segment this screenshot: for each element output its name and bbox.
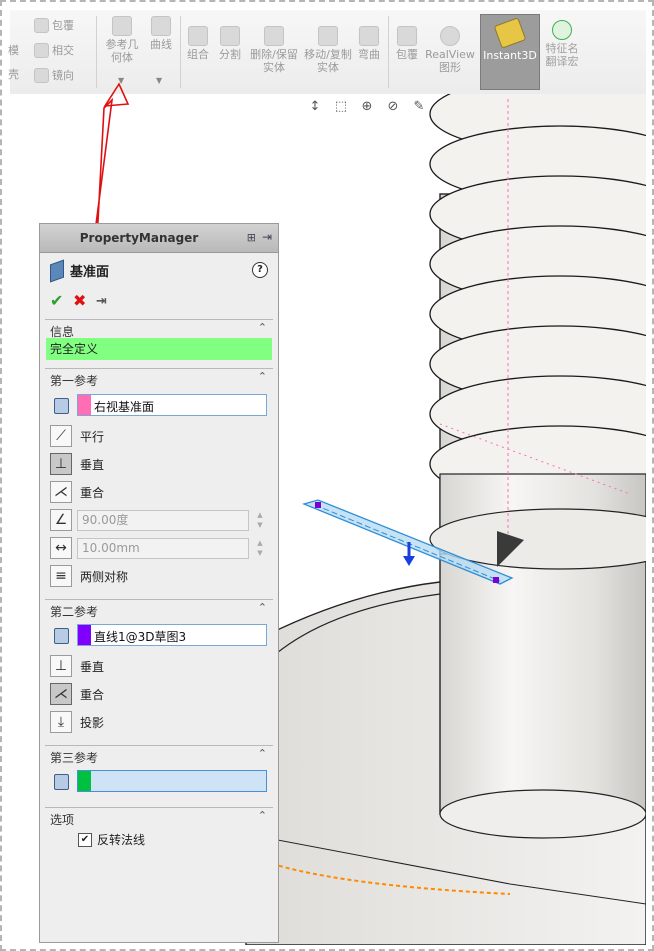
move-copy-body-button[interactable]: 移动/复制实体: [304, 26, 352, 74]
collapse-chevron-icon[interactable]: ⌃: [258, 601, 267, 614]
keep-visible-pin-icon[interactable]: ⇥: [96, 294, 107, 309]
plane-icon: [50, 258, 64, 283]
project-icon[interactable]: ⤓: [50, 711, 72, 733]
constraint-parallel[interactable]: ⟋ 平行: [50, 424, 104, 448]
split-icon: [220, 26, 240, 46]
cancel-button[interactable]: ✖: [73, 291, 86, 310]
reference-geometry-icon: [112, 16, 132, 36]
combine-icon: [188, 26, 208, 46]
distance-input[interactable]: 10.00mm: [77, 538, 249, 559]
collapse-chevron-icon[interactable]: ⌃: [258, 370, 267, 383]
collapse-chevron-icon[interactable]: ⌃: [258, 809, 267, 822]
first-reference-field[interactable]: 右视基准面: [77, 394, 267, 416]
ribbon-clipped-1[interactable]: 模: [8, 44, 19, 57]
angle-spinner[interactable]: ▲ ▼: [252, 510, 268, 531]
third-reference-color-swatch: [78, 771, 91, 791]
flex-icon: [359, 26, 379, 46]
perpendicular-icon[interactable]: ⊥: [50, 453, 72, 475]
mirror-button[interactable]: 镜向: [34, 68, 74, 83]
curves-button[interactable]: 曲线: [146, 16, 176, 51]
realview-icon: [440, 26, 460, 46]
second-reference-color-swatch: [78, 625, 91, 645]
feature-ribbon: 模 壳 包覆 相交 镜向 参考几何体 ▼ 曲线 ▼ 组合 分割 删除/保留实体 …: [8, 10, 646, 95]
reference-geometry-button[interactable]: 参考几何体: [102, 16, 142, 64]
ribbon-separator: [180, 16, 181, 88]
intersect-button[interactable]: 相交: [34, 43, 74, 58]
pm-pin-icon[interactable]: ⇥: [262, 230, 272, 244]
distance-option[interactable]: ↔: [50, 536, 72, 560]
second-constraint-coincident[interactable]: ⋌ 重合: [50, 682, 104, 706]
coincident-icon[interactable]: ⋌: [50, 481, 72, 503]
mirror-icon: [34, 68, 49, 83]
help-icon[interactable]: ?: [252, 262, 268, 278]
delete-keep-body-button[interactable]: 删除/保留实体: [250, 26, 298, 74]
ribbon-clipped-2[interactable]: 壳: [8, 68, 19, 81]
instant3d-button[interactable]: Instant3D: [480, 14, 540, 90]
reference-geometry-dropdown[interactable]: ▼: [118, 76, 124, 85]
pm-options-icon[interactable]: ⊞: [247, 231, 256, 244]
intersect-icon: [34, 43, 49, 58]
section-options[interactable]: 选项 ⌃: [45, 807, 273, 827]
ribbon-separator: [388, 16, 389, 88]
curve-icon: [151, 16, 171, 36]
coincident-icon[interactable]: ⋌: [50, 683, 72, 705]
feature-title: 基准面: [50, 258, 109, 283]
wrap-icon: [34, 18, 49, 33]
collapse-chevron-icon[interactable]: ⌃: [258, 321, 267, 334]
ribbon-separator: [96, 16, 97, 88]
third-reference-selection-icon: [52, 772, 70, 790]
flip-normal-option[interactable]: ✔ 反转法线: [78, 831, 145, 848]
first-reference-selection-icon: [52, 396, 70, 414]
parallel-icon[interactable]: ⟋: [50, 425, 72, 447]
perpendicular-icon[interactable]: ⊥: [50, 655, 72, 677]
section-first-reference[interactable]: 第一参考 ⌃: [45, 368, 273, 388]
flex-button[interactable]: 弯曲: [354, 26, 384, 61]
distance-icon[interactable]: ↔: [50, 537, 72, 559]
section-info[interactable]: 信息 ⌃: [45, 319, 273, 339]
feature-name-translate-macro-button[interactable]: 特征名翻译宏: [542, 20, 582, 68]
angle-option[interactable]: ∠: [50, 508, 72, 532]
wrap-button[interactable]: 包覆: [392, 26, 422, 61]
property-manager-header: PropertyManager ⊞ ⇥: [40, 224, 278, 253]
macro-flower-icon: [552, 20, 572, 40]
realview-button[interactable]: RealView图形: [424, 26, 476, 74]
split-button[interactable]: 分割: [216, 26, 244, 61]
status-fully-defined: 完全定义: [46, 338, 272, 360]
combine-button[interactable]: 组合: [184, 26, 212, 61]
constraint-perpendicular[interactable]: ⊥ 垂直: [50, 452, 104, 476]
move-body-icon: [318, 26, 338, 46]
curves-dropdown[interactable]: ▼: [156, 76, 162, 85]
screenshot-frame: 模 壳 包覆 相交 镜向 参考几何体 ▼ 曲线 ▼ 组合 分割 删除/保留实体 …: [0, 0, 654, 951]
constraint-symmetric[interactable]: ≡ 两侧对称: [50, 564, 128, 588]
delete-body-icon: [264, 26, 284, 46]
second-constraint-project[interactable]: ⤓ 投影: [50, 710, 104, 734]
section-third-reference[interactable]: 第三参考 ⌃: [45, 745, 273, 765]
symmetric-icon[interactable]: ≡: [50, 565, 72, 587]
ok-button[interactable]: ✔: [50, 291, 63, 310]
flip-normal-checkbox[interactable]: ✔: [78, 832, 92, 847]
third-reference-field[interactable]: [77, 770, 267, 792]
property-manager-title: PropertyManager: [79, 231, 199, 245]
instant3d-ruler-icon: [493, 17, 527, 49]
section-second-reference[interactable]: 第二参考 ⌃: [45, 599, 273, 619]
second-reference-field[interactable]: 直线1@3D草图3: [77, 624, 267, 646]
second-constraint-perpendicular[interactable]: ⊥ 垂直: [50, 654, 104, 678]
angle-icon[interactable]: ∠: [50, 509, 72, 531]
wrap-small-button[interactable]: 包覆: [34, 18, 74, 33]
angle-input[interactable]: 90.00度: [77, 510, 249, 531]
wrap-large-icon: [397, 26, 417, 46]
collapse-chevron-icon[interactable]: ⌃: [258, 747, 267, 760]
constraint-coincident[interactable]: ⋌ 重合: [50, 480, 104, 504]
second-reference-selection-icon: [52, 626, 70, 644]
first-reference-color-swatch: [78, 395, 91, 415]
property-manager-panel: PropertyManager ⊞ ⇥ 基准面 ? ✔ ✖ ⇥ 信息 ⌃ 完全定义…: [39, 223, 279, 943]
distance-spinner[interactable]: ▲ ▼: [252, 538, 268, 559]
